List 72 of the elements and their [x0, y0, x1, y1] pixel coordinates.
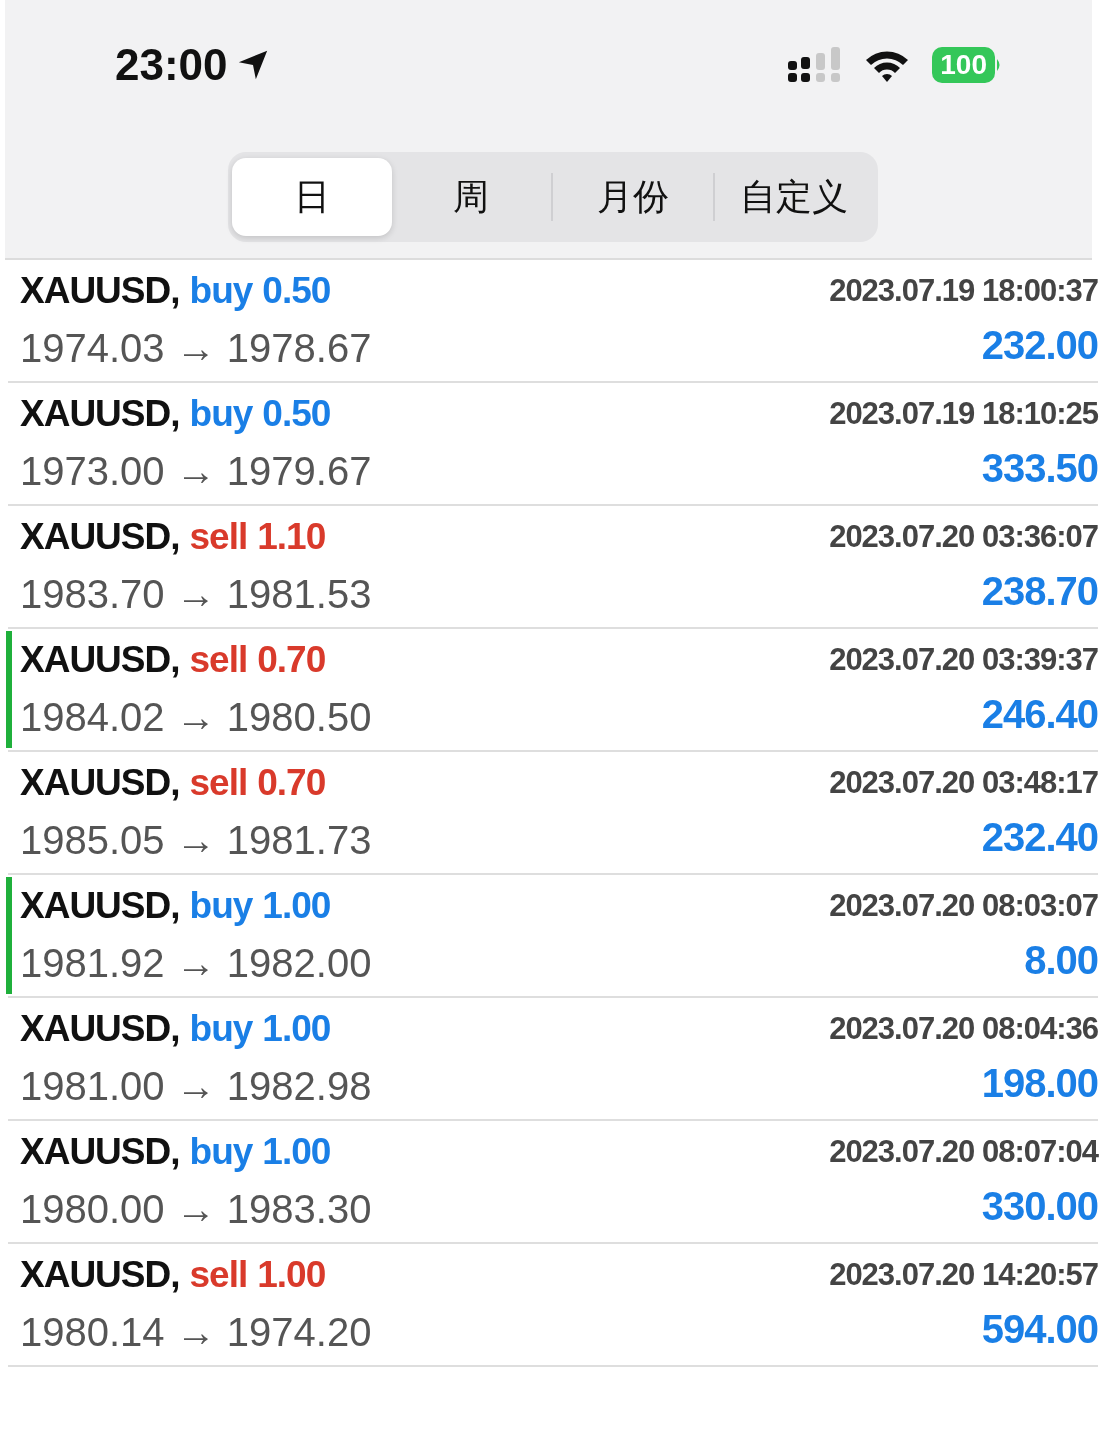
trade-prices: 1985.05 → 1981.73 — [20, 818, 372, 863]
trade-time: 2023.07.20 03:39:37 — [829, 642, 1098, 678]
trade-side: sell — [189, 1254, 248, 1296]
trade-row[interactable]: XAUUSD, sell 1.10 1983.70 → 1981.53 2023.07.20 03:36:07 238.70 — [8, 506, 1098, 629]
trade-volume: 0.70 — [257, 762, 326, 804]
trade-profit: 594.00 — [981, 1307, 1098, 1352]
trade-time: 2023.07.20 08:04:36 — [829, 1011, 1098, 1047]
trade-profit: 246.40 — [981, 692, 1098, 737]
period-tab[interactable]: 自定义 — [714, 158, 874, 236]
trade-prices: 1973.00 → 1979.67 — [20, 449, 372, 494]
trade-profit: 198.00 — [981, 1061, 1098, 1106]
trade-row[interactable]: XAUUSD, sell 1.00 1980.14 → 1974.20 2023.07.20 14:20:57 594.00 — [8, 1244, 1098, 1367]
trade-volume: 0.70 — [257, 639, 326, 681]
trade-row[interactable]: XAUUSD, buy 1.00 1981.00 → 1982.98 2023.07.20 08:04:36 198.00 — [8, 998, 1098, 1121]
trade-prices: 1983.70 → 1981.53 — [20, 572, 372, 617]
trade-prices: 1981.00 → 1982.98 — [20, 1064, 372, 1109]
trade-prices: 1980.00 → 1983.30 — [20, 1187, 372, 1232]
trade-symbol: XAUUSD, — [20, 393, 180, 435]
trade-volume: 0.50 — [262, 393, 331, 435]
trade-side: sell — [189, 762, 248, 804]
trade-volume: 1.10 — [257, 516, 326, 558]
battery-indicator: 100 — [932, 47, 995, 83]
period-tab[interactable]: 周 — [391, 158, 551, 236]
trade-prices: 1974.03 → 1978.67 — [20, 326, 372, 371]
trade-symbol: XAUUSD, — [20, 762, 180, 804]
trade-profit: 333.50 — [981, 446, 1098, 491]
status-time: 23:00 — [115, 40, 228, 90]
trade-profit: 8.00 — [1024, 938, 1098, 983]
trade-time: 2023.07.20 08:03:07 — [829, 888, 1098, 924]
trade-profit: 330.00 — [981, 1184, 1098, 1229]
trade-side: buy — [189, 1131, 253, 1173]
trade-symbol: XAUUSD, — [20, 1131, 180, 1173]
trade-side: buy — [189, 270, 253, 312]
period-tab[interactable]: 月份 — [553, 158, 713, 236]
trade-symbol: XAUUSD, — [20, 1254, 180, 1296]
trade-row[interactable]: XAUUSD, buy 0.50 1974.03 → 1978.67 2023.07.19 18:00:37 232.00 — [8, 260, 1098, 383]
battery-tip-icon — [997, 59, 1002, 71]
trade-prices: 1984.02 → 1980.50 — [20, 695, 372, 740]
trade-row[interactable]: XAUUSD, sell 0.70 1985.05 → 1981.73 2023.07.20 03:48:17 232.40 — [8, 752, 1098, 875]
period-tab[interactable]: 日 — [232, 158, 392, 236]
trade-volume: 1.00 — [262, 885, 331, 927]
trade-profit: 232.40 — [981, 815, 1098, 860]
trade-side: sell — [189, 639, 248, 681]
trade-volume: 1.00 — [257, 1254, 326, 1296]
trade-symbol: XAUUSD, — [20, 639, 180, 681]
trade-row[interactable]: XAUUSD, sell 0.70 1984.02 → 1980.50 2023.07.20 03:39:37 246.40 — [8, 629, 1098, 752]
trade-side: buy — [189, 1008, 253, 1050]
trade-side: sell — [189, 516, 248, 558]
signal-icon — [788, 47, 843, 83]
trade-volume: 1.00 — [262, 1008, 331, 1050]
wifi-icon — [864, 48, 911, 82]
trade-symbol: XAUUSD, — [20, 885, 180, 927]
trade-symbol: XAUUSD, — [20, 270, 180, 312]
trade-time: 2023.07.20 03:48:17 — [829, 765, 1098, 801]
trade-row[interactable]: XAUUSD, buy 1.00 1980.00 → 1983.30 2023.07.20 08:07:04 330.00 — [8, 1121, 1098, 1244]
trade-profit: 238.70 — [981, 569, 1098, 614]
trade-time: 2023.07.20 08:07:04 — [829, 1134, 1098, 1170]
trade-prices: 1981.92 → 1982.00 — [20, 941, 372, 986]
trade-time: 2023.07.20 14:20:57 — [829, 1257, 1098, 1293]
trade-side: buy — [189, 393, 253, 435]
trade-side: buy — [189, 885, 253, 927]
trade-time: 2023.07.19 18:10:25 — [829, 396, 1098, 432]
trade-prices: 1980.14 → 1974.20 — [20, 1310, 372, 1355]
trade-time: 2023.07.20 03:36:07 — [829, 519, 1098, 555]
trade-volume: 0.50 — [262, 270, 331, 312]
trade-row[interactable]: XAUUSD, buy 0.50 1973.00 → 1979.67 2023.07.19 18:10:25 333.50 — [8, 383, 1098, 506]
trade-volume: 1.00 — [262, 1131, 331, 1173]
trade-symbol: XAUUSD, — [20, 1008, 180, 1050]
trade-profit: 232.00 — [981, 323, 1098, 368]
trade-time: 2023.07.19 18:00:37 — [829, 273, 1098, 309]
trade-row[interactable]: XAUUSD, buy 1.00 1981.92 → 1982.00 2023.07.20 08:03:07 8.00 — [8, 875, 1098, 998]
trade-symbol: XAUUSD, — [20, 516, 180, 558]
